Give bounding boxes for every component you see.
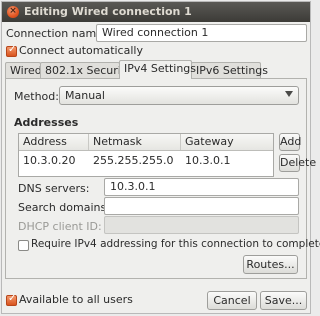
chevron-down-icon (285, 91, 293, 97)
tab-ipv4-settings[interactable]: IPv4 Settings (119, 60, 196, 79)
cell-gateway: 10.3.0.1 (185, 154, 231, 167)
add-address-button[interactable]: Add (279, 133, 301, 151)
close-button[interactable]: × (7, 6, 19, 18)
method-value: Manual (65, 89, 105, 102)
delete-address-button[interactable]: Delete (279, 154, 316, 172)
connect-automatically-checkbox[interactable] (6, 44, 17, 57)
dhcp-client-id-input (104, 216, 299, 234)
cell-netmask: 255.255.255.0 (93, 154, 174, 167)
connect-automatically-label: Connect automatically (19, 44, 143, 57)
require-ipv4-label: Require IPv4 addressing for this connect… (31, 238, 320, 250)
routes-button[interactable]: Routes... (243, 255, 298, 274)
method-label: Method: (14, 90, 59, 103)
dns-servers-label: DNS servers: (18, 182, 90, 195)
cancel-button[interactable]: Cancel (207, 291, 257, 310)
column-header-netmask[interactable]: Netmask (89, 134, 181, 150)
tab-wired[interactable]: Wired (5, 62, 42, 78)
addresses-table-header: Address Netmask Gateway (19, 134, 273, 151)
dns-servers-input[interactable]: 10.3.0.1 (104, 178, 299, 196)
title-bar: × Editing Wired connection 1 (2, 2, 310, 22)
connection-name-label: Connection name: (6, 27, 107, 40)
edit-connection-window: × Editing Wired connection 1 Connection … (1, 1, 320, 314)
method-select[interactable]: Manual (59, 86, 299, 105)
cell-address: 10.3.0.20 (23, 154, 76, 167)
tab-ipv6-settings[interactable]: IPv6 Settings (191, 62, 268, 78)
column-header-gateway[interactable]: Gateway (181, 134, 273, 150)
save-button[interactable]: Save... (260, 291, 307, 310)
available-to-all-users-checkbox[interactable] (6, 293, 17, 306)
tab-8021x-security[interactable]: 802.1x Security (40, 62, 132, 78)
close-icon: × (9, 6, 17, 16)
available-to-all-users-label: Available to all users (19, 293, 133, 306)
connection-name-input[interactable]: Wired connection 1 (96, 24, 307, 42)
addresses-table[interactable]: Address Netmask Gateway 10.3.0.20 255.25… (18, 133, 274, 177)
search-domains-label: Search domains: (18, 201, 110, 214)
addresses-heading: Addresses (14, 116, 79, 129)
search-domains-input[interactable] (104, 197, 299, 215)
dhcp-client-id-label: DHCP client ID: (18, 220, 102, 233)
require-ipv4-checkbox[interactable] (18, 240, 29, 251)
window-title: Editing Wired connection 1 (24, 5, 192, 18)
column-header-address[interactable]: Address (19, 134, 89, 150)
